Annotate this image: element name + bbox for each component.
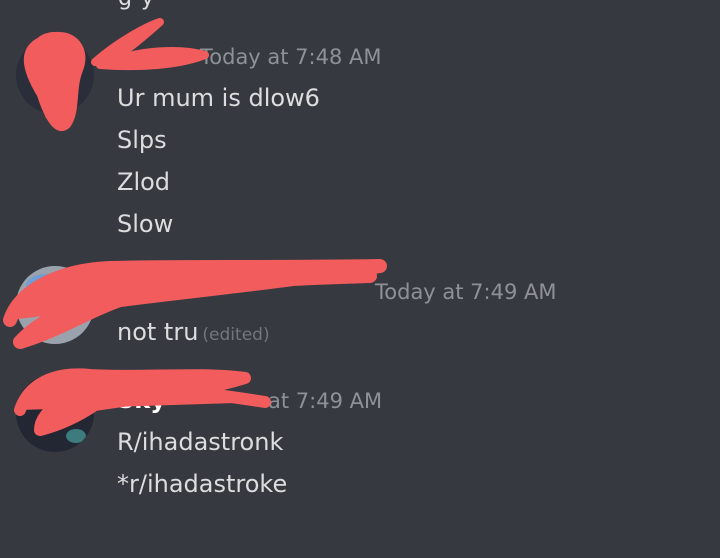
redaction-scribble: [91, 18, 209, 71]
avatar[interactable]: [16, 36, 94, 114]
avatar[interactable]: [16, 266, 94, 344]
previous-message-text: g y: [118, 0, 155, 11]
previous-message-fragment: g y: [0, 0, 720, 11]
message-text: Ur mum is dlow6: [117, 84, 320, 112]
avatar-accent: [66, 429, 86, 443]
avatar-accent: [28, 38, 48, 56]
message-text: Slow: [117, 210, 174, 238]
username[interactable]: S: [117, 40, 134, 68]
message-text: Slps: [117, 126, 167, 154]
message-text: not tru (edited): [117, 318, 270, 346]
avatar[interactable]: [16, 374, 94, 452]
edited-label: (edited): [202, 325, 270, 345]
message-text: R/ihadastronk: [117, 428, 284, 456]
message-text: Zlod: [117, 168, 171, 196]
username[interactable]: Sky: [117, 386, 166, 414]
timestamp: at 7:49 AM: [268, 389, 383, 413]
message-text: *r/ihadastroke: [117, 470, 288, 498]
timestamp: Today at 7:49 AM: [375, 280, 557, 304]
message-text-content: not tru: [117, 318, 199, 346]
redaction-scribbles: [3, 18, 387, 436]
avatar-accent: [26, 274, 66, 298]
timestamp: Today at 7:48 AM: [200, 45, 382, 69]
